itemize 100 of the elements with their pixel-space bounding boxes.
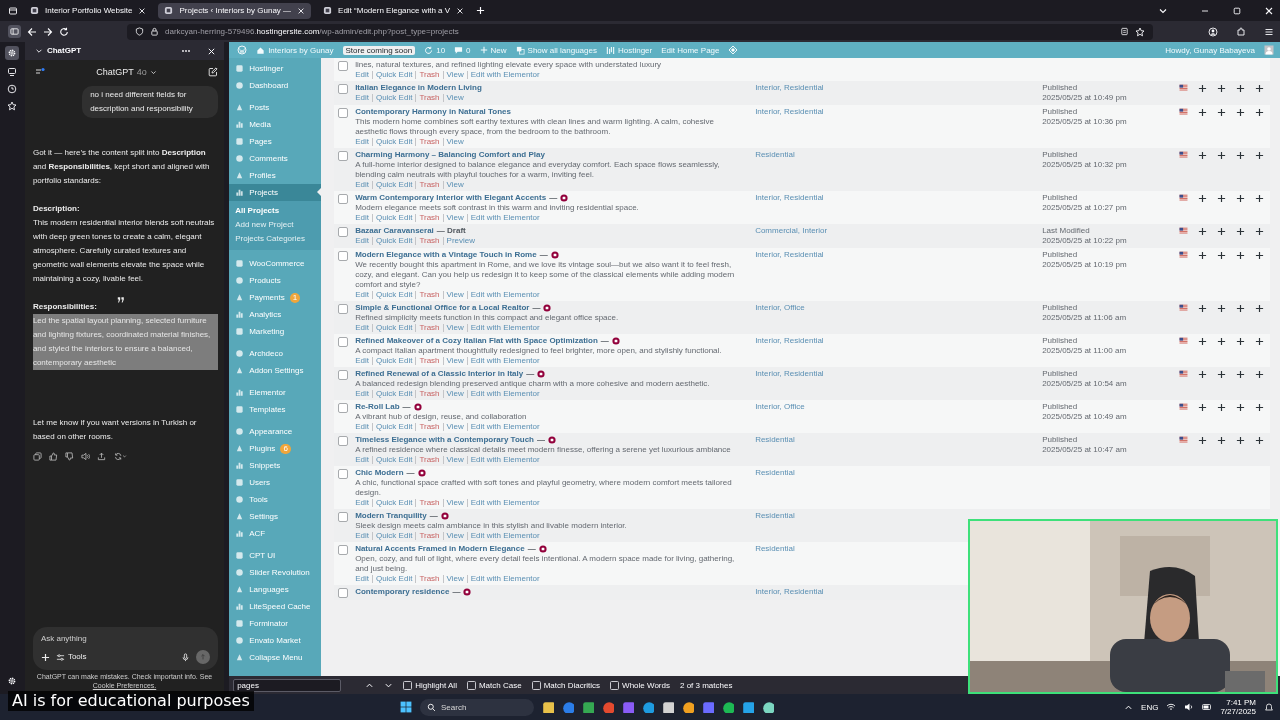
row-checkbox[interactable] xyxy=(338,194,349,204)
close-icon[interactable] xyxy=(138,6,147,15)
close-icon[interactable] xyxy=(297,6,306,15)
tab-list-icon[interactable] xyxy=(8,5,18,16)
submenu-item[interactable]: All Projects xyxy=(229,204,322,218)
browser-tab[interactable]: Projects ‹ Interiors by Gunay — xyxy=(158,2,312,19)
checkbox[interactable] xyxy=(531,680,541,690)
plus-icon[interactable] xyxy=(1217,151,1227,160)
sidebar-menu-item[interactable]: Plugins 6 xyxy=(229,440,322,457)
post-title-link[interactable]: Refined Renewal of a Classic Interior in Italy xyxy=(355,369,524,379)
row-action-link[interactable]: View xyxy=(442,291,467,299)
close-icon[interactable] xyxy=(207,46,217,56)
row-action-link[interactable]: View xyxy=(442,357,467,365)
sidebar-menu-item[interactable]: LiteSpeed Cache xyxy=(229,598,322,615)
sidebar-menu-item[interactable]: CPT UI xyxy=(229,547,322,564)
post-title-link[interactable]: Italian Elegance in Modern Living xyxy=(355,83,482,93)
row-action-link[interactable]: Edit xyxy=(355,291,372,299)
sidebar-menu-item[interactable]: Elementor xyxy=(229,384,322,401)
row-checkbox[interactable] xyxy=(338,61,349,71)
app-icon[interactable] xyxy=(762,701,774,713)
forward-icon[interactable] xyxy=(43,26,53,37)
plus-icon[interactable] xyxy=(1198,436,1208,445)
row-action-link[interactable]: Edit with Elementor xyxy=(466,291,543,299)
history-icon[interactable] xyxy=(7,84,18,94)
row-action-link[interactable]: Quick Edit xyxy=(371,390,416,398)
post-title-link[interactable]: Modern Tranquility xyxy=(355,511,427,521)
sidebar-icon[interactable] xyxy=(34,67,45,77)
plus-icon[interactable] xyxy=(1236,108,1246,117)
row-action-link[interactable]: Quick Edit xyxy=(371,499,416,507)
row-checkbox[interactable] xyxy=(338,370,349,380)
row-action-link[interactable]: Edit xyxy=(355,575,372,583)
sidebar-menu-item[interactable]: Languages xyxy=(229,581,322,598)
post-title-link[interactable]: Natural Accents Framed in Modern Elegance xyxy=(355,544,525,554)
row-action-link[interactable]: Quick Edit xyxy=(371,71,416,79)
plus-icon[interactable] xyxy=(1198,227,1208,236)
row-action-link[interactable]: Quick Edit xyxy=(371,214,416,222)
plus-icon[interactable] xyxy=(1217,108,1227,117)
checkbox-label[interactable]: Whole Words xyxy=(622,680,670,690)
row-action-link[interactable]: Quick Edit xyxy=(371,237,416,245)
thumbs-down-icon[interactable] xyxy=(64,452,74,461)
sidebar-menu-item[interactable]: Profiles xyxy=(229,167,322,184)
app-icon[interactable] xyxy=(682,701,694,713)
edit-page-link[interactable]: Edit Home Page xyxy=(661,45,720,55)
row-action-link[interactable]: Quick Edit xyxy=(371,575,416,583)
tools-button[interactable]: Tools xyxy=(55,650,87,664)
row-action-link[interactable]: Edit xyxy=(355,237,372,245)
new-chat-icon[interactable] xyxy=(208,67,219,77)
input-language[interactable]: ENG xyxy=(1141,702,1159,712)
app-icon[interactable] xyxy=(722,701,734,713)
chevron-down-icon[interactable] xyxy=(34,47,43,55)
row-action-link[interactable]: View xyxy=(442,181,467,189)
submenu-item[interactable]: Projects Categories xyxy=(229,232,322,246)
row-action-link[interactable]: View xyxy=(442,499,467,507)
row-action-link[interactable]: Quick Edit xyxy=(371,357,416,365)
comments-link[interactable]: 0 xyxy=(454,45,471,55)
post-title-link[interactable]: Warm Contemporary Interior with Elegant Accents xyxy=(355,193,547,203)
plus-icon[interactable] xyxy=(1236,304,1246,313)
sidebar-menu-item[interactable]: ACF xyxy=(229,525,322,542)
sidebar-menu-item[interactable]: Tools xyxy=(229,491,322,508)
post-title-link[interactable]: Bazaar Caravanserai xyxy=(355,226,434,236)
settings-icon[interactable] xyxy=(7,676,18,686)
row-action-link[interactable]: View xyxy=(442,71,467,79)
post-title-link[interactable]: Chic Modern xyxy=(355,468,404,478)
row-action-link[interactable]: Quick Edit xyxy=(371,291,416,299)
sidebar-menu-item[interactable]: Snippets xyxy=(229,457,322,474)
row-action-link[interactable]: View xyxy=(442,575,467,583)
plus-icon[interactable] xyxy=(1255,304,1265,313)
plus-icon[interactable] xyxy=(1217,403,1227,412)
regenerate-icon[interactable] xyxy=(112,452,127,461)
checkbox-label[interactable]: Match Case xyxy=(478,680,522,690)
plus-icon[interactable] xyxy=(1198,251,1208,260)
sidebar-menu-item[interactable]: Forminator xyxy=(229,615,322,632)
plus-icon[interactable] xyxy=(1236,151,1246,160)
post-title-link[interactable]: Contemporary residence xyxy=(355,587,450,597)
row-action-link[interactable]: Edit xyxy=(355,71,372,79)
row-checkbox[interactable] xyxy=(338,108,349,118)
plus-icon[interactable] xyxy=(1255,370,1265,379)
checkbox[interactable] xyxy=(466,680,476,690)
submenu-item[interactable]: Add new Project xyxy=(229,218,322,232)
checkbox[interactable] xyxy=(610,680,620,690)
start-icon[interactable] xyxy=(400,701,412,713)
plus-icon[interactable] xyxy=(1217,304,1227,313)
app-icon[interactable] xyxy=(642,701,654,713)
plus-icon[interactable] xyxy=(1198,304,1208,313)
post-title-link[interactable]: Re-Roll Lab xyxy=(355,402,400,412)
row-action-link[interactable]: Edit with Elementor xyxy=(466,423,543,431)
address-bar[interactable]: darkcyan-herring-579496.hostingersite.com/wp-admin/edit.php?post_type=projects xyxy=(127,23,1153,40)
row-action-link[interactable]: Trash xyxy=(415,138,443,146)
plus-icon[interactable] xyxy=(1236,84,1246,93)
sidebar-menu-item[interactable]: Products xyxy=(229,272,322,289)
row-action-link[interactable]: Edit with Elementor xyxy=(466,357,543,365)
find-field[interactable]: pages xyxy=(233,678,342,692)
sliders-icon[interactable] xyxy=(55,652,65,662)
plus-icon[interactable] xyxy=(1217,84,1227,93)
row-action-link[interactable]: Trash xyxy=(415,324,443,332)
post-title-link[interactable]: Timeless Elegance with a Contemporary Touch xyxy=(355,435,534,445)
sidebar-menu-item[interactable]: Analytics xyxy=(229,306,322,323)
row-action-link[interactable]: Quick Edit xyxy=(371,181,416,189)
plus-icon[interactable] xyxy=(1198,370,1208,379)
app-icon[interactable] xyxy=(542,701,554,713)
